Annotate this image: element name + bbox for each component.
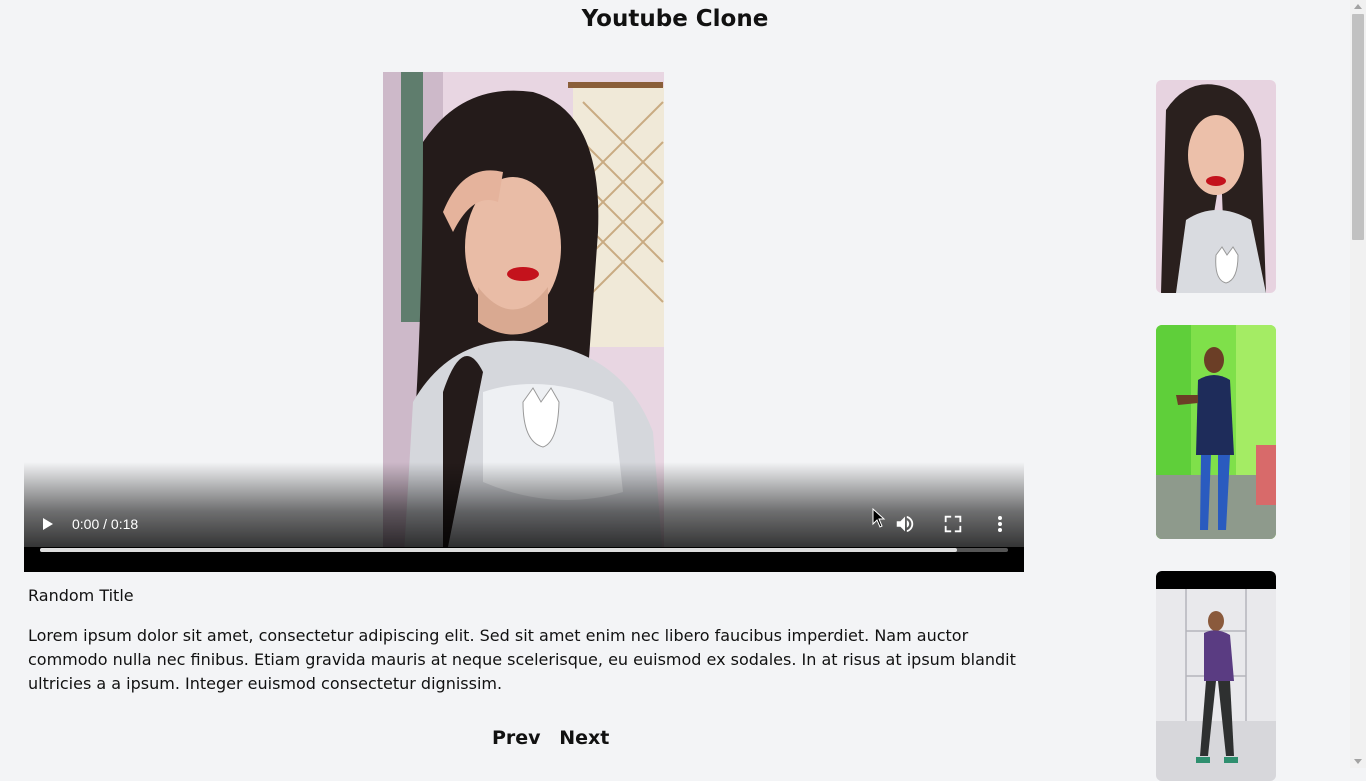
fullscreen-button[interactable]	[942, 513, 964, 535]
thumbnail-image	[1156, 571, 1276, 781]
video-description: Lorem ipsum dolor sit amet, consectetur …	[28, 626, 1016, 693]
mouse-cursor-icon	[872, 508, 886, 528]
video-player[interactable]: 0:00 / 0:18	[24, 72, 1024, 572]
time-display: 0:00 / 0:18	[72, 516, 139, 532]
play-button[interactable]	[38, 512, 58, 536]
more-options-button[interactable]	[990, 513, 1010, 535]
thumbnail-image	[1156, 80, 1276, 293]
scroll-down-icon[interactable]	[1354, 759, 1362, 764]
video-title: Random Title	[28, 586, 134, 605]
sidebar-video-thumbnail-3[interactable]	[1156, 571, 1276, 781]
thumbnail-image	[1156, 325, 1276, 539]
buffered-indicator	[40, 548, 957, 552]
pagination: Prev Next	[492, 727, 621, 749]
fullscreen-icon	[944, 515, 962, 533]
more-vert-icon	[998, 516, 1002, 532]
play-icon	[43, 518, 53, 530]
progress-bar[interactable]	[40, 548, 1008, 552]
volume-button[interactable]	[894, 513, 916, 535]
volume-icon	[896, 515, 914, 533]
next-button[interactable]: Next	[559, 727, 609, 749]
sidebar-video-thumbnail-1[interactable]	[1156, 80, 1276, 293]
sidebar-video-thumbnail-2[interactable]	[1156, 325, 1276, 539]
scroll-thumb[interactable]	[1352, 14, 1364, 240]
page-scrollbar[interactable]	[1350, 0, 1366, 768]
page-title: Youtube Clone	[581, 6, 769, 32]
scroll-up-icon[interactable]	[1354, 4, 1362, 9]
prev-button[interactable]: Prev	[492, 727, 541, 749]
